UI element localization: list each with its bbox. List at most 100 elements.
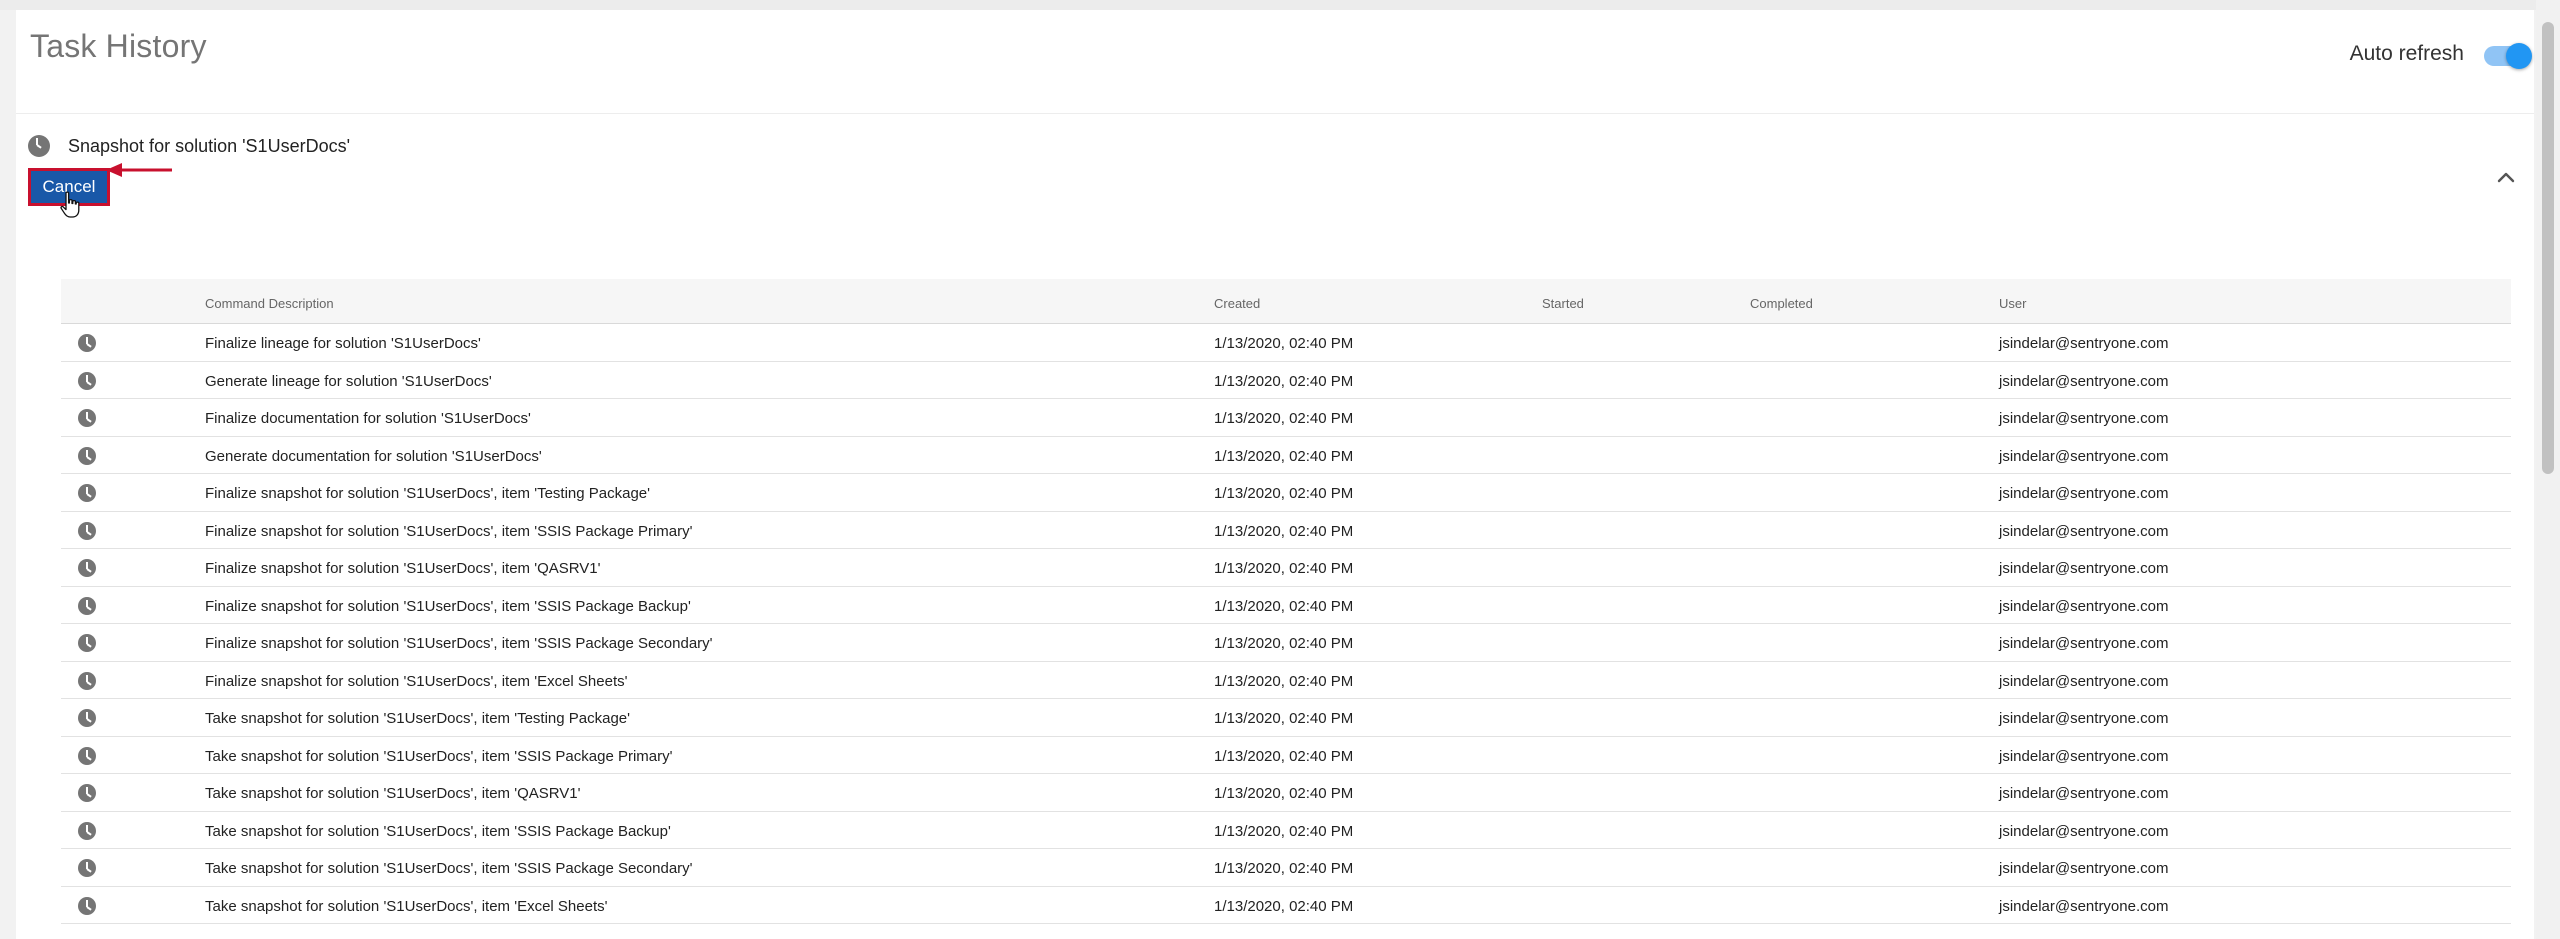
cell-command-description: Take snapshot for solution 'S1UserDocs',…: [205, 897, 608, 915]
table-row[interactable]: Take snapshot for solution 'S1UserDocs',…: [61, 736, 2511, 774]
cell-created: 1/13/2020, 02:40 PM: [1214, 410, 1354, 427]
table-row[interactable]: Finalize snapshot for solution 'S1UserDo…: [61, 511, 2511, 549]
cell-user: jsindelar@sentryone.com: [1999, 522, 2169, 540]
cell-command-description: Finalize snapshot for solution 'S1UserDo…: [205, 672, 628, 690]
clock-icon: [78, 859, 96, 877]
clock-icon: [78, 634, 96, 652]
clock-icon: [28, 135, 50, 157]
cell-user: jsindelar@sentryone.com: [1999, 747, 2169, 765]
chevron-up-icon[interactable]: [2494, 168, 2518, 186]
table-row[interactable]: Take snapshot for solution 'S1UserDocs',…: [61, 774, 2511, 812]
table-row[interactable]: Finalize lineage for solution 'S1UserDoc…: [61, 324, 2511, 362]
cell-command-description: Take snapshot for solution 'S1UserDocs',…: [205, 822, 671, 840]
cell-user: jsindelar@sentryone.com: [1999, 447, 2169, 465]
cell-command-description: Take snapshot for solution 'S1UserDocs',…: [205, 747, 673, 765]
table-header: Command Description Created Started Comp…: [61, 279, 2511, 324]
clock-icon: [78, 334, 96, 352]
cell-command-description: Finalize snapshot for solution 'S1UserDo…: [205, 597, 691, 615]
clock-icon: [78, 409, 96, 427]
cell-user: jsindelar@sentryone.com: [1999, 410, 2169, 427]
clock-icon: [78, 896, 96, 915]
cell-created: 1/13/2020, 02:40 PM: [1214, 897, 1354, 915]
cell-command-description: Finalize snapshot for solution 'S1UserDo…: [205, 560, 601, 577]
cell-created: 1/13/2020, 02:40 PM: [1214, 447, 1354, 465]
cell-created: 1/13/2020, 02:40 PM: [1214, 522, 1354, 540]
auto-refresh-label: Auto refresh: [2349, 42, 2464, 65]
clock-icon: [78, 821, 96, 840]
cell-user: jsindelar@sentryone.com: [1999, 897, 2169, 915]
toggle-knob: [2506, 43, 2532, 69]
cell-command-description: Finalize documentation for solution 'S1U…: [205, 410, 531, 427]
cell-command-description: Finalize snapshot for solution 'S1UserDo…: [205, 485, 650, 502]
cell-user: jsindelar@sentryone.com: [1999, 672, 2169, 690]
cell-user: jsindelar@sentryone.com: [1999, 785, 2169, 802]
hand-cursor-icon: [60, 191, 80, 218]
cell-command-description: Take snapshot for solution 'S1UserDocs',…: [205, 860, 693, 877]
clock-icon: [78, 596, 96, 615]
clock-icon: [78, 671, 96, 690]
cell-created: 1/13/2020, 02:40 PM: [1214, 560, 1354, 577]
page-header: Task History Auto refresh: [16, 10, 2534, 114]
table-row[interactable]: Finalize documentation for solution 'S1U…: [61, 399, 2511, 437]
clock-icon: [78, 371, 96, 390]
column-header-command-description[interactable]: Command Description: [205, 296, 334, 311]
cell-created: 1/13/2020, 02:40 PM: [1214, 485, 1354, 502]
column-header-completed[interactable]: Completed: [1750, 296, 1813, 311]
cell-created: 1/13/2020, 02:40 PM: [1214, 335, 1354, 352]
top-strip: [0, 0, 2536, 10]
cell-user: jsindelar@sentryone.com: [1999, 635, 2169, 652]
cell-command-description: Generate documentation for solution 'S1U…: [205, 447, 542, 465]
cell-command-description: Take snapshot for solution 'S1UserDocs',…: [205, 785, 581, 802]
table-row[interactable]: Take snapshot for solution 'S1UserDocs',…: [61, 886, 2511, 924]
page-title: Task History: [30, 28, 207, 64]
cell-created: 1/13/2020, 02:40 PM: [1214, 372, 1354, 390]
clock-icon: [78, 446, 96, 465]
red-arrow-icon: [106, 163, 172, 177]
cell-user: jsindelar@sentryone.com: [1999, 860, 2169, 877]
cell-created: 1/13/2020, 02:40 PM: [1214, 822, 1354, 840]
cell-user: jsindelar@sentryone.com: [1999, 335, 2169, 352]
table-row[interactable]: Take snapshot for solution 'S1UserDocs',…: [61, 849, 2511, 887]
table-row[interactable]: Finalize snapshot for solution 'S1UserDo…: [61, 586, 2511, 624]
column-header-created[interactable]: Created: [1214, 296, 1260, 311]
cell-user: jsindelar@sentryone.com: [1999, 372, 2169, 390]
clock-icon: [78, 521, 96, 540]
clock-icon: [78, 746, 96, 765]
clock-icon: [78, 559, 96, 577]
table-row[interactable]: Generate lineage for solution 'S1UserDoc…: [61, 361, 2511, 399]
task-title: Snapshot for solution 'S1UserDocs': [68, 136, 351, 156]
table-body: Finalize lineage for solution 'S1UserDoc…: [61, 324, 2511, 924]
cell-created: 1/13/2020, 02:40 PM: [1214, 747, 1354, 765]
cell-command-description: Finalize lineage for solution 'S1UserDoc…: [205, 335, 481, 352]
cell-user: jsindelar@sentryone.com: [1999, 710, 2169, 727]
table-row[interactable]: Generate documentation for solution 'S1U…: [61, 436, 2511, 474]
cell-user: jsindelar@sentryone.com: [1999, 822, 2169, 840]
cell-command-description: Generate lineage for solution 'S1UserDoc…: [205, 372, 492, 390]
auto-refresh-toggle[interactable]: [2484, 43, 2534, 69]
task-history-table: Command Description Created Started Comp…: [61, 279, 2511, 924]
table-row[interactable]: Finalize snapshot for solution 'S1UserDo…: [61, 624, 2511, 662]
task-history-page: Task History Auto refresh Snapshot for s…: [16, 10, 2534, 939]
cell-user: jsindelar@sentryone.com: [1999, 597, 2169, 615]
table-row[interactable]: Finalize snapshot for solution 'S1UserDo…: [61, 474, 2511, 512]
table-row[interactable]: Finalize snapshot for solution 'S1UserDo…: [61, 549, 2511, 587]
table-row[interactable]: Take snapshot for solution 'S1UserDocs',…: [61, 811, 2511, 849]
column-header-user[interactable]: User: [1999, 296, 2026, 311]
table-row[interactable]: Take snapshot for solution 'S1UserDocs',…: [61, 699, 2511, 737]
cell-created: 1/13/2020, 02:40 PM: [1214, 860, 1354, 877]
cell-user: jsindelar@sentryone.com: [1999, 485, 2169, 502]
column-header-started[interactable]: Started: [1542, 296, 1584, 311]
cell-user: jsindelar@sentryone.com: [1999, 560, 2169, 577]
clock-icon: [78, 484, 96, 502]
cell-command-description: Finalize snapshot for solution 'S1UserDo…: [205, 522, 693, 540]
table-row[interactable]: Finalize snapshot for solution 'S1UserDo…: [61, 661, 2511, 699]
clock-icon: [78, 709, 96, 727]
cell-created: 1/13/2020, 02:40 PM: [1214, 710, 1354, 727]
cell-created: 1/13/2020, 02:40 PM: [1214, 785, 1354, 802]
cell-created: 1/13/2020, 02:40 PM: [1214, 597, 1354, 615]
cell-created: 1/13/2020, 02:40 PM: [1214, 635, 1354, 652]
clock-icon: [78, 784, 96, 802]
cell-command-description: Finalize snapshot for solution 'S1UserDo…: [205, 635, 713, 652]
cell-command-description: Take snapshot for solution 'S1UserDocs',…: [205, 710, 630, 727]
scrollbar-thumb[interactable]: [2542, 22, 2554, 474]
